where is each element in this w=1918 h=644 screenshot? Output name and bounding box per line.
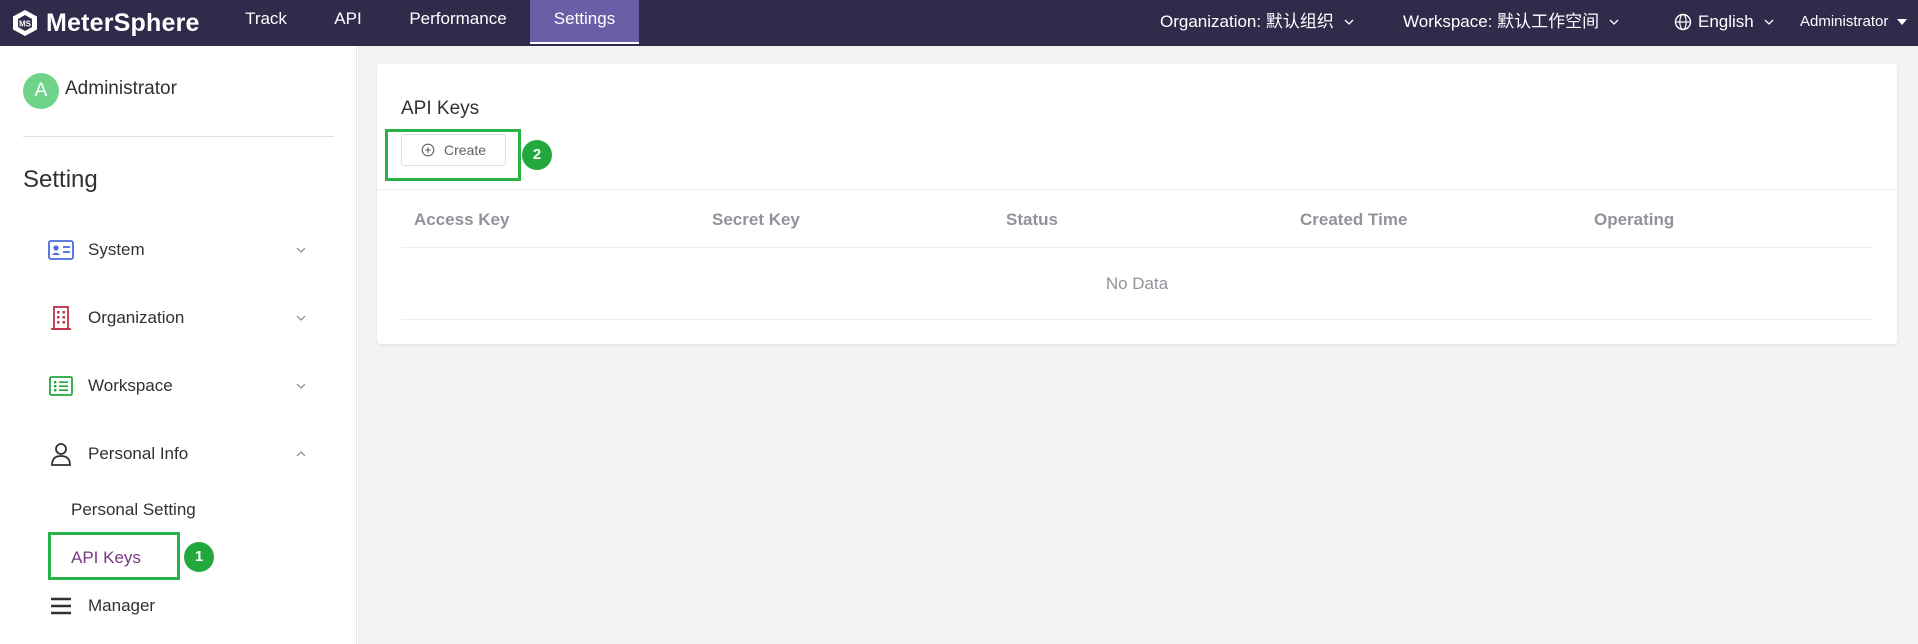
chevron-down-icon: [1344, 19, 1354, 25]
app-name: MeterSphere: [46, 8, 200, 37]
chevron-down-icon: [1764, 19, 1774, 25]
sidebar-title: Setting: [23, 166, 98, 193]
menu-lines-icon: [47, 594, 75, 618]
sidebar-item-personal-info[interactable]: Personal Info: [47, 434, 317, 474]
sidebar-item-organization[interactable]: Organization: [47, 298, 317, 338]
logo[interactable]: MS MeterSphere: [10, 7, 200, 39]
table-header: Access Key Secret Key Status Created Tim…: [401, 190, 1873, 248]
language-label: English: [1698, 12, 1754, 31]
chevron-down-icon: [296, 315, 306, 321]
sidebar: A Administrator Setting System Organizat…: [0, 46, 357, 644]
nav-track[interactable]: Track: [230, 0, 302, 44]
user-menu[interactable]: Administrator: [1800, 0, 1908, 44]
sidebar-item-label: System: [88, 240, 145, 259]
sidebar-item-manager[interactable]: Manager: [47, 586, 317, 626]
sidebar-item-label: Personal Info: [88, 444, 189, 463]
divider: [23, 136, 334, 137]
language-switcher[interactable]: English: [1674, 0, 1775, 44]
svg-text:MS: MS: [19, 20, 32, 29]
caret-down-icon: [1897, 19, 1908, 25]
main-content: API Keys Create 2 Access Key Secret Key …: [358, 46, 1918, 644]
sidebar-item-label: Organization: [88, 308, 185, 327]
building-icon: [47, 306, 75, 330]
chevron-down-icon: [296, 383, 306, 389]
workspace-switcher[interactable]: Workspace: 默认工作空间: [1403, 0, 1620, 44]
person-icon: [47, 442, 75, 466]
sidebar-subitem-personal-setting[interactable]: Personal Setting: [71, 500, 196, 520]
globe-icon: [1674, 13, 1692, 31]
avatar: A: [23, 73, 59, 109]
highlight-box-create: [385, 129, 521, 181]
column-header-created-time: Created Time: [1300, 210, 1408, 229]
column-header-access-key: Access Key: [414, 210, 510, 229]
organization-label: Organization: 默认组织: [1160, 12, 1334, 31]
column-header-status: Status: [1006, 210, 1058, 229]
sidebar-item-workspace[interactable]: Workspace: [47, 366, 317, 406]
column-header-operating: Operating: [1594, 210, 1675, 229]
sidebar-item-label: Manager: [88, 596, 156, 615]
sidebar-item-system[interactable]: System: [47, 230, 317, 270]
top-navbar: MS MeterSphere Track API Performance Set…: [0, 0, 1918, 46]
nav-settings[interactable]: Settings: [530, 0, 639, 44]
organization-switcher[interactable]: Organization: 默认组织: [1160, 0, 1355, 44]
workspace-label: Workspace: 默认工作空间: [1403, 12, 1600, 31]
step-badge-1: 1: [184, 542, 214, 572]
user-menu-label: Administrator: [1800, 13, 1889, 30]
sidebar-user-name: Administrator: [65, 78, 177, 99]
metersphere-logo-icon: MS: [13, 10, 37, 36]
step-badge-2: 2: [522, 140, 552, 170]
id-card-icon: [47, 238, 75, 262]
nav-performance[interactable]: Performance: [398, 0, 518, 44]
chevron-down-icon: [1609, 19, 1619, 25]
chevron-down-icon: [296, 247, 306, 253]
page-title: API Keys: [401, 98, 480, 119]
nav-api[interactable]: API: [318, 0, 378, 44]
sidebar-item-label: Workspace: [88, 376, 173, 395]
api-keys-card: API Keys Create 2 Access Key Secret Key …: [377, 64, 1897, 344]
table-empty-text: No Data: [401, 248, 1873, 320]
chevron-up-icon: [296, 451, 306, 457]
column-header-secret-key: Secret Key: [712, 210, 800, 229]
highlight-box-api-keys: [48, 532, 180, 580]
list-icon: [47, 374, 75, 398]
